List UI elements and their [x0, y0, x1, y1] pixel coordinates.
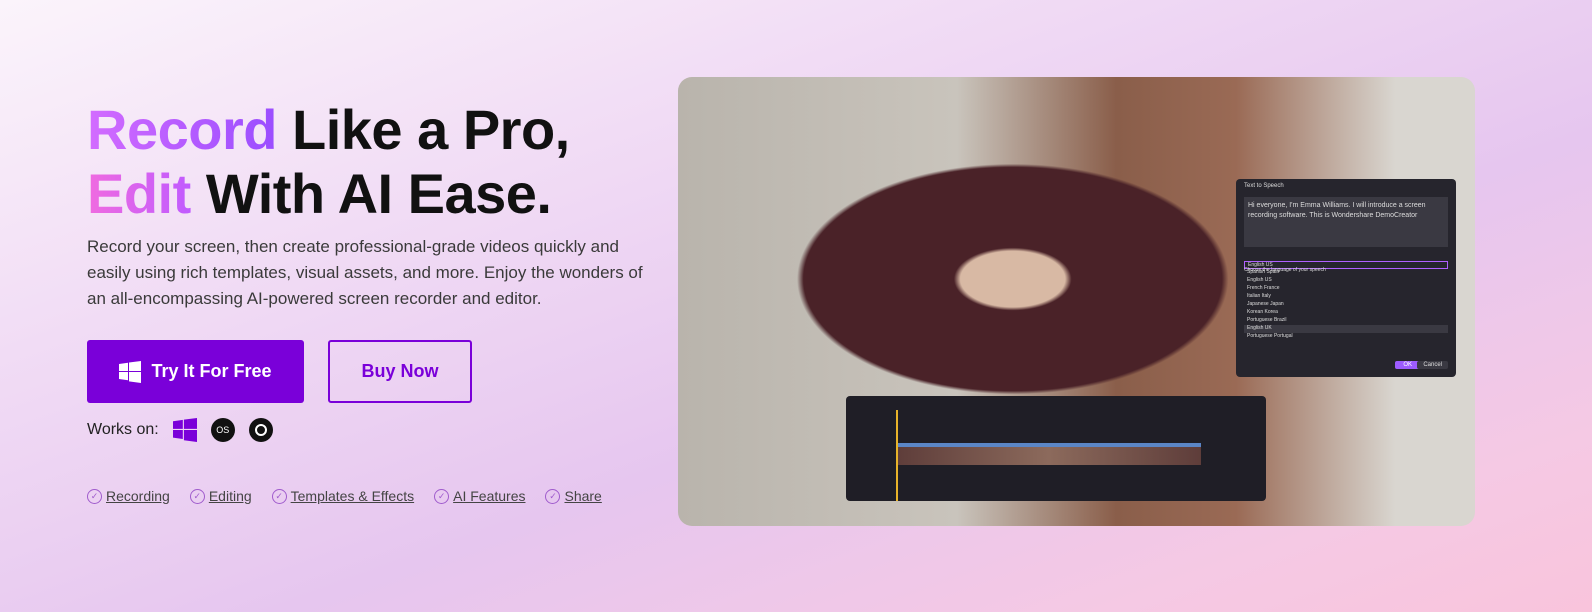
editor-timeline — [846, 396, 1266, 501]
windows-icon[interactable] — [172, 418, 197, 442]
language-options: Spanish Spain English US French France Ital… — [1244, 269, 1448, 341]
check-circle-icon: ✓ — [189, 488, 205, 504]
macos-icon[interactable]: OS — [210, 418, 235, 442]
works-on: Works on: OS — [87, 418, 273, 442]
hero-description: Record your screen, then create professi… — [87, 237, 643, 308]
hero-text: Record Like a Pro, Edit With AI Ease. Rec… — [87, 98, 667, 312]
buy-now-button[interactable]: Buy Now — [328, 340, 472, 403]
text-to-speech-dialog: Text to Speech Hi everyone, I'm Emma Wil… — [1236, 179, 1456, 377]
feature-link[interactable]: Share — [564, 488, 601, 504]
chrome-icon[interactable] — [248, 418, 273, 442]
check-circle-icon: ✓ — [434, 488, 450, 504]
check-circle-icon: ✓ — [271, 488, 287, 504]
check-circle-icon: ✓ — [87, 488, 102, 504]
check-circle-icon: ✓ — [545, 488, 561, 504]
feature-links: ✓ Recording ✓ Editing ✓ Templates & Effects… — [87, 488, 602, 504]
try-free-button[interactable]: Try It For Free — [87, 340, 304, 403]
hero-media: Text to Speech Hi everyone, I'm Emma Wil… — [678, 77, 1475, 526]
playhead — [896, 410, 898, 501]
feature-link[interactable]: Recording — [106, 488, 170, 504]
page-title: Record Like a Pro, Edit With AI Ease. — [87, 98, 570, 225]
feature-link[interactable]: AI Features — [453, 488, 525, 504]
feature-link[interactable]: Editing — [209, 488, 252, 504]
video-clip — [896, 443, 1201, 465]
windows-icon — [119, 360, 142, 383]
feature-link[interactable]: Templates & Effects — [291, 488, 414, 504]
